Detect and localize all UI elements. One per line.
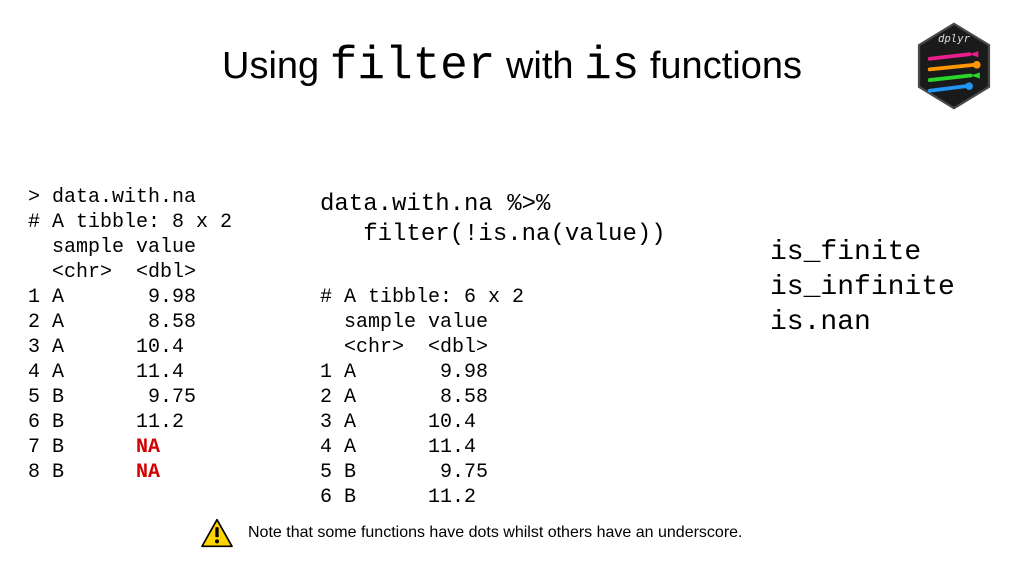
code-line: 2 A 8.58 xyxy=(320,386,488,409)
code-line: # A tibble: 6 x 2 xyxy=(320,286,524,309)
left-tibble-block: > data.with.na # A tibble: 8 x 2 sample … xyxy=(28,160,232,485)
code-line: 1 A 9.98 xyxy=(28,286,196,309)
code-line: sample value xyxy=(320,311,488,334)
footnote-text: Note that some functions have dots whils… xyxy=(248,524,743,542)
result-tibble-block: # A tibble: 6 x 2 sample value <chr> <db… xyxy=(320,260,524,510)
code-line: > data.with.na xyxy=(28,186,196,209)
na-value: NA xyxy=(136,461,160,484)
func-name: is.nan xyxy=(770,307,871,338)
footnote: Note that some functions have dots whils… xyxy=(200,518,743,548)
title-code-is: is xyxy=(584,40,639,92)
slide: Using filter with is functions dplyr > d… xyxy=(0,0,1024,576)
na-value: NA xyxy=(136,436,160,459)
code-line: # A tibble: 8 x 2 xyxy=(28,211,232,234)
code-line: 5 B 9.75 xyxy=(320,461,488,484)
slide-title: Using filter with is functions xyxy=(0,40,1024,92)
func-name: is_finite xyxy=(770,237,921,268)
function-list: is_finite is_infinite is.nan xyxy=(770,200,955,340)
title-code-filter: filter xyxy=(330,40,496,92)
code-line: sample value xyxy=(28,236,196,259)
code-line: data.with.na %>% xyxy=(320,191,550,218)
title-text-3: functions xyxy=(639,45,802,87)
code-line: 3 A 10.4 xyxy=(28,336,196,359)
code-line: 2 A 8.58 xyxy=(28,311,196,334)
code-line: 8 B NA xyxy=(28,461,160,484)
code-line: <chr> <dbl> xyxy=(28,261,196,284)
warning-icon xyxy=(200,518,234,548)
dplyr-hex-logo: dplyr xyxy=(916,22,992,110)
filter-code-block: data.with.na %>% filter(!is.na(value)) xyxy=(320,160,666,250)
code-line: filter(!is.na(value)) xyxy=(320,221,666,248)
code-line: 3 A 10.4 xyxy=(320,411,488,434)
code-line: 6 B 11.2 xyxy=(28,411,196,434)
svg-text:dplyr: dplyr xyxy=(938,32,971,45)
code-line: 4 A 11.4 xyxy=(28,361,196,384)
code-line: 7 B NA xyxy=(28,436,160,459)
code-line: <chr> <dbl> xyxy=(320,336,488,359)
func-name: is_infinite xyxy=(770,272,955,303)
code-line: 1 A 9.98 xyxy=(320,361,488,384)
code-line: 6 B 11.2 xyxy=(320,486,488,509)
title-text-2: with xyxy=(495,45,584,87)
code-line: 4 A 11.4 xyxy=(320,436,488,459)
code-line: 5 B 9.75 xyxy=(28,386,196,409)
title-text-1: Using xyxy=(222,45,330,87)
